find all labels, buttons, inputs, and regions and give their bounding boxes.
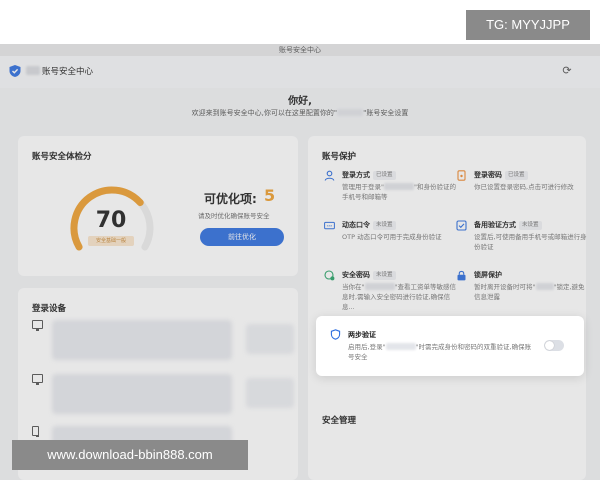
- app-title: 账号安全中心: [42, 67, 94, 77]
- security-password-icon: [324, 270, 335, 281]
- score-card-title: 账号安全体检分: [32, 152, 92, 162]
- security-score-card: 账号安全体检分 70 安全基础一般 可优化项: 5 请及时优化确保账号安全 前往…: [18, 136, 298, 276]
- redacted-device-info: [52, 374, 232, 414]
- redacted-name: [364, 283, 395, 290]
- redacted-device-meta: [246, 378, 294, 408]
- app-window: 账号安全中心 账号安全中心 ⟳ 你好, 欢迎来到账号安全中心,你可以在这里配置你…: [0, 44, 600, 480]
- window-titlebar: 账号安全中心: [0, 44, 600, 56]
- svg-text:***: ***: [327, 224, 333, 228]
- welcome-subtitle-part1: 欢迎来到账号安全中心,你可以在这里配置你的": [191, 109, 338, 117]
- login-devices-title: 登录设备: [32, 304, 67, 314]
- two-step-desc: 启用后,登录" "时需完成身份和密码的双重验证,确保账号安全: [348, 342, 534, 362]
- redacted-device-meta: [246, 324, 294, 354]
- watermark-top: TG: MYYJJPP: [466, 10, 590, 40]
- security-management-card: 安全管理: [308, 400, 586, 480]
- monitor-icon: [32, 374, 43, 385]
- device-row[interactable]: [32, 320, 294, 364]
- shield-check-icon: [330, 329, 341, 340]
- two-step-name: 两步验证: [348, 331, 376, 339]
- user-icon: [324, 170, 335, 181]
- welcome-subtitle: 欢迎来到账号安全中心,你可以在这里配置你的" "账号安全设置: [0, 108, 600, 118]
- optimizable-count: 5: [264, 186, 276, 205]
- protection-item-desc: 设置后,可使用备用手机号或邮箱进行身份验证: [474, 233, 587, 251]
- protection-item-name: 登录方式: [342, 171, 370, 179]
- toggle-knob: [545, 341, 554, 350]
- protection-item-desc: OTP 动态口令可用于完成身份验证: [342, 233, 442, 241]
- desc-part1: 暂时离开设备时可将": [474, 283, 536, 291]
- two-step-toggle[interactable]: [544, 340, 564, 351]
- protection-item-name: 动态口令: [342, 221, 370, 229]
- redacted-name: [535, 283, 554, 290]
- device-row[interactable]: [32, 374, 294, 418]
- optimizable-description: 请及时优化确保账号安全: [198, 212, 270, 220]
- protection-item-name: 备用验证方式: [474, 221, 516, 229]
- monitor-icon: [32, 320, 43, 331]
- welcome-banner: 你好, 欢迎来到账号安全中心,你可以在这里配置你的" "账号安全设置: [0, 88, 600, 132]
- protection-item-two-step[interactable]: 两步验证 启用后,登录" "时需完成身份和密码的双重验证,确保账号安全: [316, 316, 584, 376]
- status-badge: 已设置: [373, 171, 396, 180]
- otp-icon: ***: [324, 221, 335, 230]
- optimizable-label: 可优化项:: [204, 192, 257, 206]
- welcome-subtitle-part2: "账号安全设置: [363, 109, 409, 117]
- protection-item-desc: 当你在" "查看工资单等敏感信息时,需输入安全密码进行验证,确保信息...: [342, 282, 458, 312]
- backup-check-icon: [456, 220, 467, 231]
- redacted-name: [385, 343, 416, 350]
- status-badge: 未设置: [373, 221, 396, 230]
- status-badge: 未设置: [373, 271, 396, 280]
- status-badge: 未设置: [519, 221, 542, 230]
- protection-item-name: 锁屏保护: [474, 271, 502, 279]
- redacted-name: [337, 109, 364, 116]
- redacted-name: [384, 183, 414, 190]
- protection-item-name: 登录密码: [474, 171, 502, 179]
- desc-part1: 启用后,登录": [348, 343, 386, 351]
- go-optimize-button[interactable]: 前往优化: [200, 228, 284, 246]
- watermark-bottom: www.download-bbin888.com: [12, 440, 248, 470]
- protection-item-desc: 管理用于登录" "和身份验证的手机号和邮箱等: [342, 182, 458, 202]
- lock-screen-icon: [457, 270, 466, 281]
- status-badge: 已设置: [505, 171, 528, 180]
- score-value: 70: [95, 208, 127, 233]
- refresh-icon[interactable]: ⟳: [560, 64, 574, 78]
- protection-item-desc: 你已设置登录密码,点击可进行修改: [474, 183, 574, 191]
- redacted-app-name: [26, 66, 40, 75]
- desc-part1: 管理用于登录": [342, 183, 384, 191]
- protection-title: 账号保护: [322, 152, 357, 162]
- protection-item-desc: 暂时离开设备时可将" "锁定,避免信息泄露: [474, 282, 590, 302]
- redacted-device-info: [52, 320, 232, 360]
- security-management-title: 安全管理: [322, 416, 357, 426]
- welcome-title: 你好,: [288, 96, 312, 107]
- protection-item-name: 安全密码: [342, 271, 370, 279]
- account-protection-card: 账号保护 登录方式 已设置 管理用于登录" "和身份验证的手机号和邮箱等 登录密码已…: [308, 136, 587, 426]
- phone-lock-icon: [457, 170, 466, 181]
- app-header: 账号安全中心 ⟳: [0, 56, 600, 88]
- score-badge: 安全基础一般: [88, 236, 134, 246]
- shield-icon: [9, 65, 21, 77]
- desc-part1: 当你在": [342, 283, 365, 291]
- phone-icon: [32, 426, 39, 437]
